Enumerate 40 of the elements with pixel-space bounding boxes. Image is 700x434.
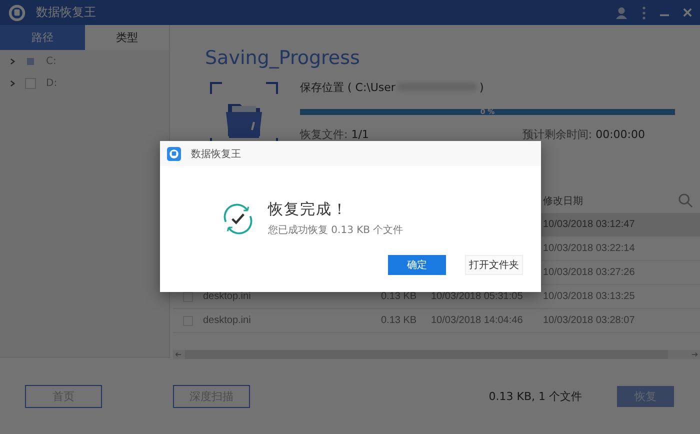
file-name: desktop.ini — [203, 291, 251, 302]
created-date: 10/03/2018 14:04:46 — [431, 315, 523, 326]
more-icon[interactable] — [642, 6, 646, 20]
column-header[interactable]: 修改日期 — [543, 194, 583, 208]
checkbox[interactable] — [183, 292, 193, 302]
confirm-button[interactable]: 确定 — [388, 255, 446, 275]
files-label: 恢复文件: — [300, 128, 348, 141]
open-folder-button[interactable]: 打开文件夹 — [465, 255, 523, 275]
window-title: 数据恢复王 — [36, 4, 96, 21]
modified-date: 10/03/2018 03:27:26 — [543, 267, 635, 278]
remaining-label: 预计剩余时间: — [522, 128, 592, 141]
right-arrow-icon[interactable] — [691, 351, 698, 358]
search-icon[interactable] — [678, 193, 693, 208]
modified-date: 10/03/2018 03:13:25 — [543, 291, 635, 302]
save-location: 保存位置 ( C:\User — [300, 80, 396, 94]
dialog-heading: 恢复完成！ — [268, 200, 349, 219]
app-logo-icon — [8, 4, 26, 22]
check-circle-icon — [222, 202, 254, 234]
modified-date: 10/03/2018 03:12:47 — [543, 219, 635, 230]
chevron-icon[interactable] — [10, 80, 15, 86]
file-size: 0.13 KB — [381, 315, 417, 326]
checkbox[interactable] — [27, 58, 34, 64]
file-name: desktop.ini — [203, 315, 251, 326]
close-icon[interactable] — [683, 8, 692, 17]
save-location-end: ) — [479, 80, 484, 94]
remaining-value: 00:00:00 — [596, 128, 645, 141]
files-value: 1/1 — [351, 128, 369, 141]
modified-date: 10/03/2018 03:28:07 — [543, 315, 635, 326]
user-icon[interactable] — [615, 6, 628, 19]
modified-date: 10/03/2018 03:22:14 — [543, 243, 635, 254]
dialog-message: 您已成功恢复 0.13 KB 个文件 — [268, 224, 404, 237]
dialog-title: 数据恢复王 — [191, 148, 241, 160]
app-logo-icon — [167, 146, 181, 160]
left-arrow-icon[interactable] — [175, 351, 182, 358]
tab[interactable]: 类型 — [84, 25, 169, 50]
tab[interactable]: 路径 — [0, 25, 84, 50]
chevron-icon[interactable] — [10, 58, 15, 64]
selection-summary: 0.13 KB, 1 个文件 — [488, 388, 582, 404]
progress-title: Saving_Progress — [205, 46, 361, 70]
table-row[interactable]: desktop.ini 0.13 KB 10/03/2018 14:04:46 10/03/2018 03:28:07 — [173, 309, 700, 333]
